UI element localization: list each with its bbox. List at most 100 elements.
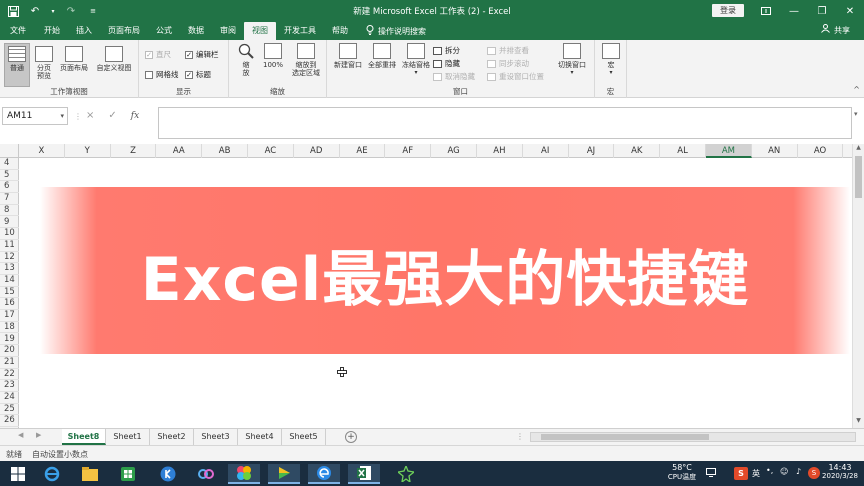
switch-windows-button[interactable]: 切换窗口 ▾ xyxy=(553,43,591,77)
cancel-icon[interactable]: × xyxy=(86,107,94,125)
name-box-dropdown-icon[interactable]: ▾ xyxy=(60,108,64,124)
row-header[interactable]: 23 xyxy=(0,380,19,392)
row-header[interactable]: 25 xyxy=(0,404,19,416)
share-button[interactable]: 共享 xyxy=(821,22,850,40)
page-break-preview-button[interactable]: 分页 预览 xyxy=(32,43,56,80)
minimize-icon[interactable]: — xyxy=(780,0,808,22)
row-header[interactable]: 26 xyxy=(0,415,19,428)
tab-view[interactable]: 视图 xyxy=(244,22,276,40)
excel-taskbar-icon[interactable] xyxy=(348,464,380,484)
row-header[interactable]: 10 xyxy=(0,228,19,240)
tell-me-search[interactable]: 操作说明搜索 xyxy=(356,22,426,40)
row-header[interactable]: 20 xyxy=(0,345,19,357)
login-button[interactable]: 登录 xyxy=(712,4,744,17)
sheet-tab-sheet4[interactable]: Sheet4 xyxy=(238,429,282,445)
row-header[interactable]: 14 xyxy=(0,275,19,287)
column-header[interactable]: AK xyxy=(614,144,661,158)
row-header[interactable]: 21 xyxy=(0,357,19,369)
prev-sheet-icon[interactable]: ◀ xyxy=(18,431,23,439)
ime-language[interactable]: 英 xyxy=(752,468,760,479)
sync-scroll-button[interactable]: 同步滚动 xyxy=(487,58,529,69)
undo-icon[interactable]: ↶ xyxy=(28,4,42,18)
reset-window-position-button[interactable]: 重设窗口位置 xyxy=(487,71,544,82)
column-header[interactable]: AI xyxy=(523,144,569,158)
file-explorer-icon[interactable] xyxy=(74,464,106,484)
tab-insert[interactable]: 插入 xyxy=(68,22,100,40)
ime-punctuation-icon[interactable]: •, xyxy=(766,466,773,475)
row-header[interactable]: 11 xyxy=(0,240,19,252)
microphone-icon[interactable]: ♪ xyxy=(796,467,801,476)
freeze-panes-button[interactable]: 冻结窗格 ▾ xyxy=(399,43,433,77)
zoom-to-selection-button[interactable]: 缩放到 选定区域 xyxy=(287,43,325,77)
row-header[interactable]: 18 xyxy=(0,322,19,334)
tab-file[interactable]: 文件 xyxy=(0,22,36,40)
zoom-100-button[interactable]: 100% xyxy=(261,43,285,69)
new-window-button[interactable]: 新建窗口 xyxy=(331,43,365,69)
row-header[interactable]: 17 xyxy=(0,310,19,322)
column-header[interactable]: X xyxy=(19,144,65,158)
vertical-scroll-thumb[interactable] xyxy=(855,156,862,198)
undo-dropdown-icon[interactable]: ▾ xyxy=(50,4,56,18)
column-header[interactable]: Y xyxy=(65,144,111,158)
green-gear-app-icon[interactable] xyxy=(390,464,422,484)
select-all-corner[interactable] xyxy=(0,144,19,158)
column-header[interactable]: AC xyxy=(248,144,294,158)
row-header[interactable]: 22 xyxy=(0,369,19,381)
horizontal-scroll-thumb[interactable] xyxy=(541,434,709,440)
tab-help[interactable]: 帮助 xyxy=(324,22,356,40)
vertical-scrollbar[interactable]: ▲ ▼ xyxy=(852,144,864,428)
tab-page-layout[interactable]: 页面布局 xyxy=(100,22,148,40)
column-header[interactable]: AH xyxy=(477,144,523,158)
ie-browser-icon[interactable] xyxy=(36,464,68,484)
baidu-netdisk-icon[interactable] xyxy=(190,464,222,484)
macros-button[interactable]: 宏 ▾ xyxy=(600,43,622,77)
column-header[interactable]: AG xyxy=(431,144,477,158)
expand-formula-bar-icon[interactable]: ▾ xyxy=(854,110,858,118)
arrange-all-button[interactable]: 全部重排 xyxy=(365,43,399,69)
view-side-by-side-button[interactable]: 并排查看 xyxy=(487,45,529,56)
sheet-tab-sheet5[interactable]: Sheet5 xyxy=(282,429,326,445)
column-header[interactable]: AA xyxy=(156,144,203,158)
column-header[interactable]: AB xyxy=(202,144,248,158)
collapse-ribbon-icon[interactable]: ^ xyxy=(853,85,860,94)
sheet-tab-sheet1[interactable]: Sheet1 xyxy=(106,429,150,445)
page-layout-view-button[interactable]: 页面布局 xyxy=(58,43,90,72)
sogou-ime-icon[interactable]: S xyxy=(734,467,748,480)
column-header[interactable]: AM xyxy=(706,144,752,158)
column-header[interactable]: Z xyxy=(111,144,157,158)
hide-button[interactable]: 隐藏 xyxy=(433,58,460,69)
custom-views-button[interactable]: 自定义视图 xyxy=(92,43,136,72)
row-header[interactable]: 24 xyxy=(0,392,19,404)
unhide-button[interactable]: 取消隐藏 xyxy=(433,71,475,82)
formula-bar-checkbox[interactable]: ✓ 编辑栏 xyxy=(185,49,219,60)
headings-checkbox[interactable]: ✓ 标题 xyxy=(185,69,211,80)
save-icon[interactable] xyxy=(6,4,20,18)
row-header[interactable]: 5 xyxy=(0,170,19,182)
tab-splitter-icon[interactable]: ⋮ xyxy=(516,432,524,441)
row-header[interactable]: 19 xyxy=(0,334,19,346)
row-header[interactable]: 15 xyxy=(0,287,19,299)
next-sheet-icon[interactable]: ▶ xyxy=(36,431,41,439)
row-header[interactable]: 8 xyxy=(0,205,19,217)
add-sheet-icon[interactable]: + xyxy=(345,431,357,443)
ruler-checkbox[interactable]: ✓ 直尺 xyxy=(145,49,171,60)
start-icon[interactable] xyxy=(2,464,34,484)
store-app-icon[interactable] xyxy=(112,464,144,484)
clock[interactable]: 14:43 2020/3/28 xyxy=(818,463,862,480)
gridlines-checkbox[interactable]: 网格线 xyxy=(145,69,179,80)
sheet-tab-sheet3[interactable]: Sheet3 xyxy=(194,429,238,445)
restore-icon[interactable]: ❐ xyxy=(808,0,836,22)
column-header[interactable]: AF xyxy=(385,144,432,158)
sheet-tab-sheet2[interactable]: Sheet2 xyxy=(150,429,194,445)
row-header[interactable]: 13 xyxy=(0,263,19,275)
scroll-up-icon[interactable]: ▲ xyxy=(853,144,864,154)
enter-icon[interactable]: ✓ xyxy=(108,107,116,125)
redo-icon[interactable]: ↷ xyxy=(64,4,78,18)
tab-developer[interactable]: 开发工具 xyxy=(276,22,324,40)
k-app-icon[interactable] xyxy=(152,464,184,484)
normal-view-button[interactable]: 普通 xyxy=(4,43,30,87)
emoji-icon[interactable]: ☺ xyxy=(780,467,788,476)
column-header[interactable]: AO xyxy=(798,144,844,158)
column-header[interactable]: AJ xyxy=(569,144,615,158)
edge-browser-icon[interactable] xyxy=(308,464,340,484)
